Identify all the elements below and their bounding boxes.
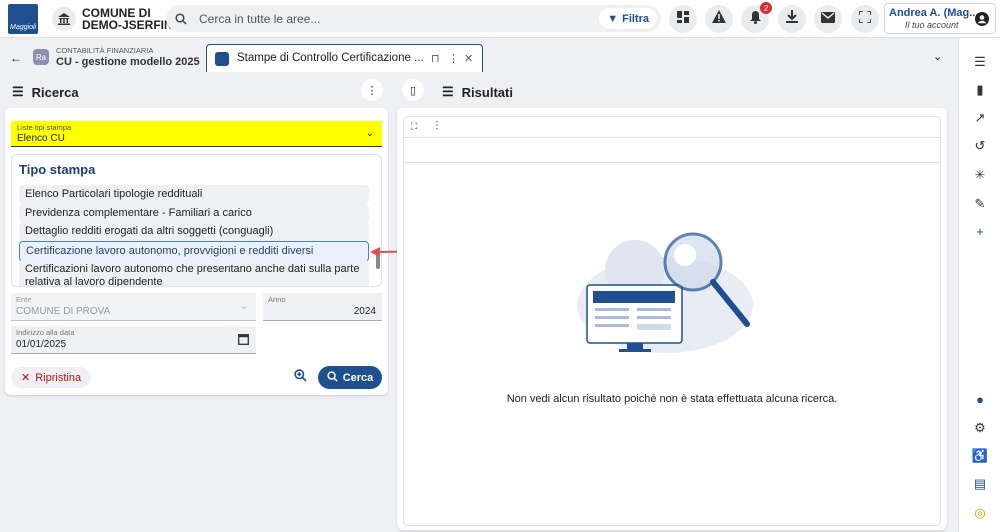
warning-button[interactable] (705, 5, 733, 33)
ente-label: Ente (16, 295, 32, 304)
date-label: Indirizzo alla data (16, 328, 75, 337)
print-type-item[interactable]: Dettaglio redditi erogati da altri sogge… (19, 222, 369, 241)
maggioli-logo[interactable]: Maggioli (8, 4, 38, 34)
expand-icon[interactable]: ⛶ (411, 121, 417, 132)
top-bar: Maggioli COMUNE DI DEMO-JSERFIN Cerca in… (0, 0, 1000, 38)
notification-badge: 2 (760, 2, 772, 14)
location-icon[interactable]: ● (971, 390, 989, 408)
table-divider (404, 137, 940, 138)
print-list-value: Elenco CU (17, 133, 65, 144)
chevron-down-icon: ⌄ (239, 301, 248, 312)
advanced-search-button[interactable] (289, 367, 311, 388)
search-input[interactable]: Cerca in tutte le aree... (199, 12, 320, 26)
results-panel-header: ☰ Risultati (442, 84, 513, 100)
anno-value: 2024 (353, 306, 376, 317)
logo-text: Maggioli (10, 24, 37, 31)
anno-field[interactable]: Anno 2024 (263, 293, 382, 321)
plugin-icon[interactable]: ✎ (971, 195, 989, 213)
ente-value: COMUNE DI PROVA (16, 306, 111, 317)
tab1-module: CONTABILITÀ FINANZIARIA (56, 46, 154, 55)
calendar-icon[interactable] (238, 332, 249, 350)
search-icon (327, 370, 338, 385)
tab1-title: CU - gestione modello 2025 (56, 56, 200, 68)
date-value: 01/01/2025 (16, 339, 67, 350)
warning-icon (712, 10, 726, 28)
filter-icon: ▼ (607, 12, 619, 25)
back-arrow-icon[interactable]: ← (10, 51, 22, 65)
bell-icon (749, 10, 762, 29)
search-icon (175, 12, 187, 30)
no-results-illustration (577, 232, 753, 353)
chevron-down-icon[interactable]: ⌄ (933, 50, 942, 63)
print-type-item[interactable]: Certificazioni lavoro autonomo che prese… (19, 260, 369, 286)
print-list-label: Liste tipi stampa (17, 123, 72, 132)
trending-icon[interactable]: ↗ (971, 109, 989, 127)
hub-icon[interactable]: ✳ (971, 166, 989, 184)
tabs-bar: ← Ra CONTABILITÀ FINANZIARIA CU - gestio… (0, 38, 958, 72)
manage-search-icon: ☰ (12, 84, 24, 99)
tab-stampe-controllo[interactable]: Stampe di Controllo Certificazione ... ⊓… (206, 44, 483, 72)
date-field[interactable]: Indirizzo alla data 01/01/2025 (11, 326, 256, 354)
sidebar-toggle-icon: ▯ (409, 84, 417, 97)
close-tab-icon[interactable]: ✕ (464, 52, 473, 65)
tab2-title: Stampe di Controllo Certificazione ... (237, 52, 424, 64)
history-icon[interactable]: ↺ (971, 137, 989, 155)
search-panel-title: Ricerca (31, 84, 79, 100)
ente-field: Ente COMUNE DI PROVA ⌄ (11, 293, 256, 321)
chat-icon[interactable]: ▤ (971, 475, 989, 493)
download-icon (786, 10, 798, 28)
user-account-button[interactable]: Andrea A. (Mag... Il tuo account (884, 3, 996, 34)
accessibility-icon[interactable]: ♿ (971, 447, 989, 465)
print-list-select[interactable]: Liste tipi stampa Elenco CU ⌄ (11, 121, 382, 147)
close-icon: ✕ (21, 372, 31, 384)
search-button[interactable]: Cerca (318, 366, 382, 389)
account-circle-icon (975, 12, 989, 31)
list-view-icon[interactable]: ☰ (971, 53, 989, 71)
chevron-down-icon: ⌄ (365, 128, 374, 139)
toggle-sidebar-button[interactable]: ▯ (402, 79, 424, 101)
messages-button[interactable] (814, 5, 842, 33)
filter-label: Filtra (622, 12, 649, 25)
entity-name[interactable]: COMUNE DI DEMO-JSERFIN (82, 7, 173, 31)
print-type-title: Tipo stampa (19, 162, 96, 177)
reset-label: Ripristina (35, 371, 82, 384)
tab-more-icon[interactable]: ⋮ (448, 52, 459, 65)
search-panel-header: ☰ Ricerca (12, 84, 79, 100)
empty-results-message: Non vedi alcun risultato poiché non è st… (506, 393, 838, 405)
bookmark-icon[interactable]: ⊓ (431, 52, 440, 65)
help-lifebuoy-icon[interactable]: ◎ (971, 504, 989, 522)
app-ra-icon: Ra (33, 49, 49, 65)
municipality-icon[interactable] (52, 7, 76, 31)
global-search[interactable]: Cerca in tutte le aree... ▼ Filtra (166, 5, 661, 32)
zoom-in-icon (293, 368, 307, 387)
user-name: Andrea A. (Mag... (889, 7, 979, 19)
entity-name-line2: DEMO-JSERFIN (82, 18, 173, 32)
settings-gear-icon[interactable]: ⚙ (971, 419, 989, 437)
add-icon[interactable]: + (971, 222, 989, 240)
results-title: Risultati (461, 84, 513, 100)
mail-icon (821, 10, 835, 28)
filter-button[interactable]: ▼ Filtra (599, 8, 657, 29)
notifications-button[interactable]: 2 (741, 2, 772, 33)
bookmarks-icon[interactable]: ▮ (971, 81, 989, 99)
table-divider (404, 162, 940, 163)
right-rail: ☰ ▮ ↗ ↺ ✳ ✎ + ● ⚙ ♿ ▤ ◎ (958, 38, 1000, 532)
dashboard-icon (676, 10, 690, 29)
reset-button[interactable]: ✕ Ripristina (11, 367, 92, 388)
print-type-item-selected[interactable]: Certificazione lavoro autonomo, provvigi… (19, 241, 369, 262)
dashboard-button[interactable] (669, 5, 697, 33)
print-type-item[interactable]: Previdenza complementare - Familiari a c… (19, 204, 369, 223)
fullscreen-icon (858, 10, 872, 28)
print-type-list: Tipo stampa Elenco Particolari tipologie… (11, 154, 382, 287)
app-window-icon (215, 52, 229, 66)
download-button[interactable] (778, 5, 806, 33)
list-icon: ☰ (442, 84, 454, 99)
search-button-label: Cerca (342, 371, 374, 384)
table-menu-icon[interactable]: ⋮ (432, 120, 442, 131)
fullscreen-button[interactable] (851, 5, 879, 33)
anno-label: Anno (268, 295, 286, 304)
print-type-item[interactable]: Elenco Particolari tipologie reddituali (19, 185, 369, 204)
search-panel-menu-icon[interactable]: ⋮ (361, 79, 383, 101)
user-subtitle: Il tuo account (905, 20, 959, 30)
